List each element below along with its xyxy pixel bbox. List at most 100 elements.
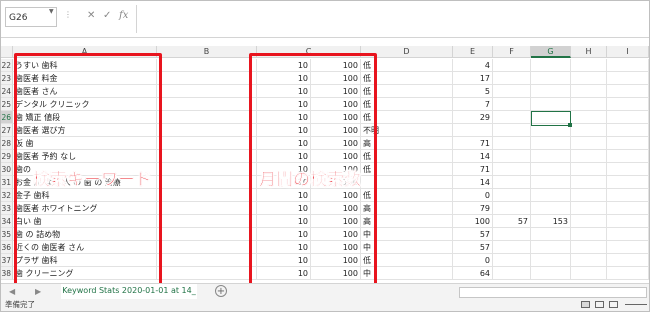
cell-h-32[interactable] xyxy=(571,189,607,202)
cell-f-26[interactable] xyxy=(493,111,531,124)
cell-g-24[interactable] xyxy=(531,85,571,98)
cell-b-37[interactable] xyxy=(157,254,257,267)
cell-h-24[interactable] xyxy=(571,85,607,98)
cell-b-27[interactable] xyxy=(157,124,257,137)
row-header-31[interactable]: 31 xyxy=(1,176,13,189)
cell-i-22[interactable] xyxy=(607,59,649,72)
cell-b-32[interactable] xyxy=(157,189,257,202)
cell-i-27[interactable] xyxy=(607,124,649,137)
cell-f-29[interactable] xyxy=(493,150,531,163)
cell-b-36[interactable] xyxy=(157,241,257,254)
cell-h-22[interactable] xyxy=(571,59,607,72)
cell-g-32[interactable] xyxy=(531,189,571,202)
row-header-33[interactable]: 33 xyxy=(1,202,13,215)
cell-f-36[interactable] xyxy=(493,241,531,254)
row-header-26[interactable]: 26 xyxy=(1,111,13,124)
cell-g-30[interactable] xyxy=(531,163,571,176)
cell-g-36[interactable] xyxy=(531,241,571,254)
cell-e-33[interactable]: 79 xyxy=(453,202,493,215)
cell-h-38[interactable] xyxy=(571,267,607,280)
row-header-29[interactable]: 29 xyxy=(1,150,13,163)
cell-i-30[interactable] xyxy=(607,163,649,176)
row-header-36[interactable]: 36 xyxy=(1,241,13,254)
row-header-30[interactable]: 30 xyxy=(1,163,13,176)
row-header-37[interactable]: 37 xyxy=(1,254,13,267)
cell-e-22[interactable]: 4 xyxy=(453,59,493,72)
cell-g-22[interactable] xyxy=(531,59,571,72)
cell-h-36[interactable] xyxy=(571,241,607,254)
cell-e-27[interactable] xyxy=(453,124,493,137)
cell-h-26[interactable] xyxy=(571,111,607,124)
cell-i-31[interactable] xyxy=(607,176,649,189)
cell-f-35[interactable] xyxy=(493,228,531,241)
cell-f-33[interactable] xyxy=(493,202,531,215)
cell-f-23[interactable] xyxy=(493,72,531,85)
cell-f-32[interactable] xyxy=(493,189,531,202)
cell-g-33[interactable] xyxy=(531,202,571,215)
cell-e-31[interactable]: 14 xyxy=(453,176,493,189)
cell-f-22[interactable] xyxy=(493,59,531,72)
page-break-view-icon[interactable] xyxy=(609,301,618,308)
cell-i-36[interactable] xyxy=(607,241,649,254)
cell-e-24[interactable]: 5 xyxy=(453,85,493,98)
cell-i-23[interactable] xyxy=(607,72,649,85)
row-header-25[interactable]: 25 xyxy=(1,98,13,111)
row-header-24[interactable]: 24 xyxy=(1,85,13,98)
cell-i-38[interactable] xyxy=(607,267,649,280)
cell-e-26[interactable]: 29 xyxy=(453,111,493,124)
cell-g-29[interactable] xyxy=(531,150,571,163)
cell-h-37[interactable] xyxy=(571,254,607,267)
cell-i-37[interactable] xyxy=(607,254,649,267)
cell-b-30[interactable] xyxy=(157,163,257,176)
cell-f-38[interactable] xyxy=(493,267,531,280)
column-header-g[interactable]: G xyxy=(531,46,571,58)
cell-f-24[interactable] xyxy=(493,85,531,98)
cell-h-25[interactable] xyxy=(571,98,607,111)
cell-g-38[interactable] xyxy=(531,267,571,280)
row-header-34[interactable]: 34 xyxy=(1,215,13,228)
cell-f-25[interactable] xyxy=(493,98,531,111)
cell-b-23[interactable] xyxy=(157,72,257,85)
cell-b-24[interactable] xyxy=(157,85,257,98)
cell-h-34[interactable] xyxy=(571,215,607,228)
row-header-23[interactable]: 23 xyxy=(1,72,13,85)
page-layout-view-icon[interactable] xyxy=(595,301,604,308)
select-all-corner[interactable] xyxy=(1,46,13,58)
formula-input[interactable] xyxy=(136,5,649,33)
row-header-28[interactable]: 28 xyxy=(1,137,13,150)
cell-i-35[interactable] xyxy=(607,228,649,241)
cell-b-35[interactable] xyxy=(157,228,257,241)
cell-i-26[interactable] xyxy=(607,111,649,124)
cell-i-33[interactable] xyxy=(607,202,649,215)
cell-g-31[interactable] xyxy=(531,176,571,189)
column-header-e[interactable]: E xyxy=(453,46,493,58)
cell-b-29[interactable] xyxy=(157,150,257,163)
cell-b-34[interactable] xyxy=(157,215,257,228)
cell-i-24[interactable] xyxy=(607,85,649,98)
cell-h-33[interactable] xyxy=(571,202,607,215)
cell-e-36[interactable]: 57 xyxy=(453,241,493,254)
row-header-22[interactable]: 22 xyxy=(1,59,13,72)
row-header-38[interactable]: 38 xyxy=(1,267,13,280)
cell-h-31[interactable] xyxy=(571,176,607,189)
cell-i-29[interactable] xyxy=(607,150,649,163)
name-box-dropdown-icon[interactable]: ▼ xyxy=(49,8,54,15)
prev-sheet-icon[interactable]: ◀ xyxy=(9,287,15,296)
function-icon[interactable]: fx xyxy=(119,10,128,21)
cell-i-28[interactable] xyxy=(607,137,649,150)
cell-e-38[interactable]: 64 xyxy=(453,267,493,280)
cell-e-37[interactable]: 0 xyxy=(453,254,493,267)
column-header-b[interactable]: B xyxy=(157,46,257,58)
zoom-slider[interactable] xyxy=(625,304,647,305)
column-header-f[interactable]: F xyxy=(493,46,531,58)
cell-g-37[interactable] xyxy=(531,254,571,267)
cell-g-34[interactable]: 153 xyxy=(531,215,571,228)
column-header-h[interactable]: H xyxy=(571,46,607,58)
cell-h-28[interactable] xyxy=(571,137,607,150)
cell-e-28[interactable]: 71 xyxy=(453,137,493,150)
cell-f-34[interactable]: 57 xyxy=(493,215,531,228)
cell-i-34[interactable] xyxy=(607,215,649,228)
cancel-icon[interactable]: ✕ xyxy=(87,10,95,21)
cell-e-25[interactable]: 7 xyxy=(453,98,493,111)
column-header-i[interactable]: I xyxy=(607,46,649,58)
